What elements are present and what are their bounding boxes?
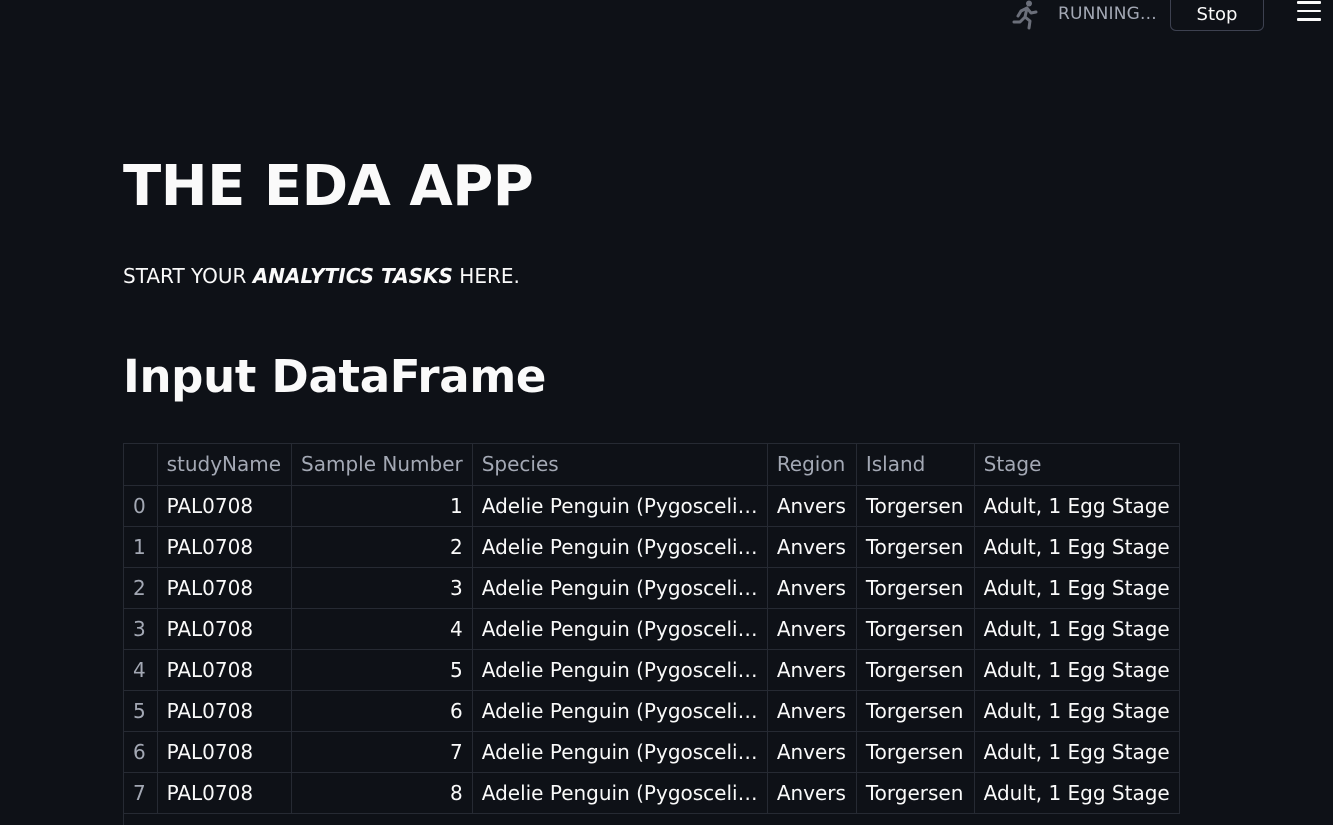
island-cell[interactable]: Torgersen [856,608,975,650]
island-cell[interactable]: Torgersen [856,526,975,568]
column-header-region[interactable]: Region [767,444,857,486]
region-cell[interactable]: Anvers [767,608,857,650]
sample-number-cell[interactable]: 1 [291,485,473,527]
section-title: Input DataFrame [123,350,547,403]
table-row[interactable]: 4 PAL0708 5 Adelie Penguin (Pygosceli… Anver… [124,649,1180,691]
column-header-species[interactable]: Species [472,444,768,486]
species-cell[interactable]: Adelie Penguin (Pygosceli… [472,690,768,732]
studyname-cell[interactable]: PAL0708 [157,649,292,691]
stop-button[interactable]: Stop [1170,0,1264,31]
studyname-cell[interactable]: PAL0708 [157,526,292,568]
sample-number-cell[interactable]: 5 [291,649,473,691]
region-cell[interactable]: Anvers [767,690,857,732]
dataframe-grid[interactable]: studyName Sample Number Species Region I… [123,443,1180,825]
studyname-cell[interactable]: PAL0708 [157,485,292,527]
app-title: THE EDA APP [123,154,534,219]
studyname-cell[interactable]: PAL0708 [157,731,292,773]
sample-number-cell[interactable]: 7 [291,731,473,773]
species-cell[interactable]: Adelie Penguin (Pygosceli… [472,608,768,650]
table-row[interactable]: 2 PAL0708 3 Adelie Penguin (Pygosceli… Anver… [124,567,1180,609]
dataframe-table: studyName Sample Number Species Region I… [124,444,1180,814]
island-cell[interactable]: Torgersen [856,485,975,527]
app-subtitle: START YOUR ANALYTICS TASKS HERE. [123,264,520,288]
table-body: 0 PAL0708 1 Adelie Penguin (Pygosceli… Anver… [124,485,1180,814]
sample-number-cell[interactable]: 4 [291,608,473,650]
region-cell[interactable]: Anvers [767,567,857,609]
sample-number-cell[interactable]: 2 [291,526,473,568]
subtitle-prefix: START YOUR [123,264,253,288]
species-cell[interactable]: Adelie Penguin (Pygosceli… [472,485,768,527]
region-cell[interactable]: Anvers [767,731,857,773]
row-index-cell[interactable]: 7 [124,772,158,814]
region-cell[interactable]: Anvers [767,772,857,814]
column-header-sample-number[interactable]: Sample Number [291,444,473,486]
stage-cell[interactable]: Adult, 1 Egg Stage [974,485,1180,527]
app-toolbar: RUNNING... Stop [0,0,1333,40]
species-cell[interactable]: Adelie Penguin (Pygosceli… [472,772,768,814]
species-cell[interactable]: Adelie Penguin (Pygosceli… [472,526,768,568]
region-cell[interactable]: Anvers [767,485,857,527]
running-status-text: RUNNING... [1058,4,1157,24]
stage-cell[interactable]: Adult, 1 Egg Stage [974,526,1180,568]
row-index-cell[interactable]: 6 [124,731,158,773]
row-index-cell[interactable]: 3 [124,608,158,650]
island-cell[interactable]: Torgersen [856,649,975,691]
table-row[interactable]: 5 PAL0708 6 Adelie Penguin (Pygosceli… Anver… [124,690,1180,732]
studyname-cell[interactable]: PAL0708 [157,608,292,650]
table-row[interactable]: 0 PAL0708 1 Adelie Penguin (Pygosceli… Anver… [124,485,1180,527]
island-cell[interactable]: Torgersen [856,690,975,732]
stage-cell[interactable]: Adult, 1 Egg Stage [974,690,1180,732]
island-cell[interactable]: Torgersen [856,731,975,773]
species-cell[interactable]: Adelie Penguin (Pygosceli… [472,649,768,691]
row-index-cell[interactable]: 2 [124,567,158,609]
column-header-island[interactable]: Island [856,444,975,486]
hamburger-menu-icon[interactable] [1297,1,1321,21]
row-index-cell[interactable]: 1 [124,526,158,568]
stage-cell[interactable]: Adult, 1 Egg Stage [974,649,1180,691]
sample-number-cell[interactable]: 8 [291,772,473,814]
island-cell[interactable]: Torgersen [856,772,975,814]
table-header-row: studyName Sample Number Species Region I… [124,444,1180,486]
sample-number-cell[interactable]: 3 [291,567,473,609]
row-index-cell[interactable]: 4 [124,649,158,691]
column-header-index[interactable] [124,444,158,486]
stage-cell[interactable]: Adult, 1 Egg Stage [974,567,1180,609]
stage-cell[interactable]: Adult, 1 Egg Stage [974,731,1180,773]
table-row[interactable]: 6 PAL0708 7 Adelie Penguin (Pygosceli… Anver… [124,731,1180,773]
table-row[interactable]: 7 PAL0708 8 Adelie Penguin (Pygosceli… Anver… [124,772,1180,814]
sample-number-cell[interactable]: 6 [291,690,473,732]
table-row[interactable]: 1 PAL0708 2 Adelie Penguin (Pygosceli… Anver… [124,526,1180,568]
region-cell[interactable]: Anvers [767,526,857,568]
column-header-stage[interactable]: Stage [974,444,1180,486]
row-index-cell[interactable]: 5 [124,690,158,732]
studyname-cell[interactable]: PAL0708 [157,772,292,814]
stage-cell[interactable]: Adult, 1 Egg Stage [974,772,1180,814]
species-cell[interactable]: Adelie Penguin (Pygosceli… [472,567,768,609]
region-cell[interactable]: Anvers [767,649,857,691]
column-header-studyname[interactable]: studyName [157,444,292,486]
running-man-icon [1012,0,1038,30]
island-cell[interactable]: Torgersen [856,567,975,609]
subtitle-emphasis: ANALYTICS TASKS [252,264,453,288]
stage-cell[interactable]: Adult, 1 Egg Stage [974,608,1180,650]
table-row[interactable]: 3 PAL0708 4 Adelie Penguin (Pygosceli… Anver… [124,608,1180,650]
subtitle-suffix: HERE. [452,264,520,288]
species-cell[interactable]: Adelie Penguin (Pygosceli… [472,731,768,773]
row-index-cell[interactable]: 0 [124,485,158,527]
studyname-cell[interactable]: PAL0708 [157,567,292,609]
studyname-cell[interactable]: PAL0708 [157,690,292,732]
